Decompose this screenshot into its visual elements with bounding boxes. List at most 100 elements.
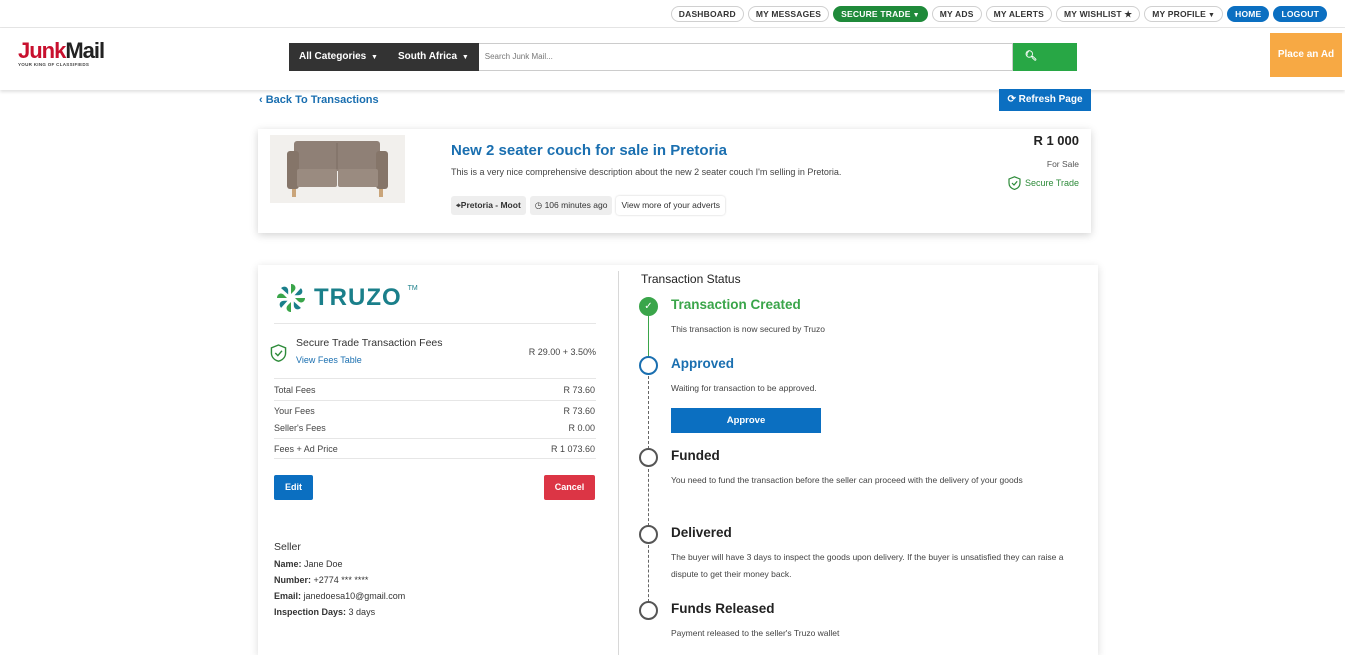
step-circle-icon bbox=[639, 601, 658, 620]
fees-rate: R 29.00 + 3.50% bbox=[528, 347, 596, 357]
category-dropdown[interactable]: All Categories ▼ bbox=[289, 43, 388, 71]
truzo-wordmark: TRUZO bbox=[314, 284, 402, 311]
fee-row: Fees + Ad Price R 1 073.60 bbox=[274, 444, 595, 454]
logo-mail: Mail bbox=[65, 38, 105, 63]
step-name: Funds Released bbox=[671, 601, 775, 616]
divider bbox=[274, 323, 596, 324]
approve-button[interactable]: Approve bbox=[671, 408, 821, 433]
fee-value: R 73.60 bbox=[563, 406, 595, 416]
place-ad-button[interactable]: Place an Ad bbox=[1270, 33, 1342, 77]
step-description: Waiting for transaction to be approved. bbox=[671, 383, 817, 393]
shield-check-icon bbox=[270, 344, 287, 362]
nav-my-wishlist-label: MY WISHLIST bbox=[1064, 9, 1122, 19]
nav-my-profile-label: MY PROFILE bbox=[1152, 9, 1206, 19]
seller-days: 3 days bbox=[348, 607, 376, 617]
time-text: 106 minutes ago bbox=[544, 200, 608, 210]
nav-home[interactable]: HOME bbox=[1227, 6, 1270, 22]
cancel-button[interactable]: Cancel bbox=[544, 475, 595, 500]
ad-title[interactable]: New 2 seater couch for sale in Pretoria bbox=[451, 142, 727, 159]
nav-my-wishlist[interactable]: MY WISHLIST ★ bbox=[1056, 6, 1141, 22]
refresh-page-button[interactable]: ⟳ Refresh Page bbox=[999, 89, 1091, 111]
nav-secure-trade[interactable]: SECURE TRADE ▼ bbox=[833, 6, 928, 22]
search-bar: All Categories ▼ South Africa ▼ Search J… bbox=[289, 43, 1077, 90]
seller-number-label: Number: bbox=[274, 575, 312, 585]
nav-my-alerts[interactable]: MY ALERTS bbox=[985, 6, 1053, 22]
transaction-status-title: Transaction Status bbox=[641, 272, 741, 286]
seller-email: janedoesa10@gmail.com bbox=[303, 591, 406, 601]
seller-name-label: Name: bbox=[274, 559, 302, 569]
refresh-icon: ⟳ bbox=[1007, 94, 1016, 105]
ad-card: New 2 seater couch for sale in Pretoria … bbox=[258, 129, 1091, 233]
timeline-connector bbox=[648, 376, 649, 449]
search-input[interactable]: Search Junk Mail... bbox=[478, 43, 1013, 71]
divider bbox=[274, 438, 596, 439]
seller-days-label: Inspection Days: bbox=[274, 607, 347, 617]
seller-name: Jane Doe bbox=[304, 559, 343, 569]
logo-junk: Junk bbox=[18, 38, 66, 63]
truzo-tm: TM bbox=[407, 284, 418, 292]
fee-label: Fees + Ad Price bbox=[274, 444, 338, 454]
search-button[interactable]: 🔍︎Search bbox=[1012, 43, 1077, 90]
nav-my-ads[interactable]: MY ADS bbox=[931, 6, 982, 22]
truzo-pinwheel-icon bbox=[277, 284, 305, 312]
timeline-connector bbox=[648, 316, 649, 356]
truzo-logo: TRUZO TM bbox=[274, 281, 418, 315]
nav-logout[interactable]: LOGOUT bbox=[1273, 6, 1327, 22]
step-circle-icon bbox=[639, 448, 658, 467]
category-value: All Categories bbox=[299, 51, 367, 62]
fee-row: Total Fees R 73.60 bbox=[274, 385, 595, 395]
top-nav-links: DASHBOARD MY MESSAGES SECURE TRADE ▼ MY A… bbox=[670, 6, 1327, 22]
couch-image bbox=[270, 135, 405, 203]
divider bbox=[274, 400, 596, 401]
step-name: Approved bbox=[671, 356, 735, 371]
fee-label: Your Fees bbox=[274, 406, 315, 416]
seller-email-row: Email: janedoesa10@gmail.com bbox=[274, 591, 405, 601]
timeline-connector bbox=[648, 469, 649, 526]
junkmail-logo[interactable]: JunkMail YOUR KING OF CLASSIFIEDS bbox=[18, 38, 105, 68]
fee-label: Seller's Fees bbox=[274, 423, 326, 433]
time-chip: ◷ 106 minutes ago bbox=[529, 196, 613, 215]
divider bbox=[274, 458, 596, 459]
chevron-left-icon: ‹ bbox=[259, 94, 263, 106]
fee-label: Total Fees bbox=[274, 385, 316, 395]
seller-name-row: Name: Jane Doe bbox=[274, 559, 405, 569]
step-description: Payment released to the seller's Truzo w… bbox=[671, 628, 840, 638]
step-circle-icon bbox=[639, 525, 658, 544]
view-more-adverts-link[interactable]: View more of your adverts bbox=[616, 196, 726, 215]
seller-days-row: Inspection Days: 3 days bbox=[274, 607, 405, 617]
timeline-connector bbox=[648, 545, 649, 602]
check-icon: ✓ bbox=[639, 297, 658, 316]
region-dropdown[interactable]: South Africa ▼ bbox=[387, 43, 479, 71]
region-value: South Africa bbox=[397, 51, 458, 62]
caret-down-icon: ▼ bbox=[371, 54, 378, 61]
location-text: Pretoria - Moot bbox=[460, 200, 521, 210]
divider bbox=[274, 378, 596, 379]
refresh-label: Refresh Page bbox=[1018, 94, 1083, 105]
seller-heading: Seller bbox=[274, 541, 301, 553]
fee-value: R 73.60 bbox=[563, 385, 595, 395]
view-fees-table-link[interactable]: View Fees Table bbox=[296, 355, 362, 365]
edit-button[interactable]: Edit bbox=[274, 475, 313, 500]
fees-title: Secure Trade Transaction Fees bbox=[296, 337, 443, 349]
nav-my-messages[interactable]: MY MESSAGES bbox=[747, 6, 830, 22]
nav-secure-trade-label: SECURE TRADE bbox=[841, 9, 911, 19]
back-to-transactions-link[interactable]: ‹ Back To Transactions bbox=[259, 94, 379, 106]
ad-image[interactable] bbox=[270, 135, 405, 203]
location-chip: ⌖Pretoria - Moot bbox=[451, 196, 526, 215]
top-nav: DASHBOARD MY MESSAGES SECURE TRADE ▼ MY A… bbox=[0, 0, 1345, 28]
column-divider bbox=[618, 271, 619, 655]
nav-my-profile[interactable]: MY PROFILE ▼ bbox=[1144, 6, 1224, 22]
step-description: You need to fund the transaction before … bbox=[671, 475, 1023, 485]
nav-dashboard[interactable]: DASHBOARD bbox=[670, 6, 744, 22]
caret-down-icon: ▼ bbox=[912, 12, 920, 19]
secure-trade-label: Secure Trade bbox=[1024, 178, 1079, 188]
search-icon: 🔍︎ bbox=[1024, 51, 1038, 62]
ad-tags: ⌖Pretoria - Moot ◷ 106 minutes ago View … bbox=[451, 196, 726, 215]
sale-type: For Sale bbox=[1046, 159, 1079, 169]
seller-number-row: Number: +2774 *** **** bbox=[274, 575, 405, 585]
seller-email-label: Email: bbox=[274, 591, 302, 601]
caret-down-icon: ▼ bbox=[461, 54, 469, 61]
step-name: Transaction Created bbox=[671, 297, 801, 312]
step-description: The buyer will have 3 days to inspect th… bbox=[671, 552, 1064, 579]
step-description: This transaction is now secured by Truzo bbox=[671, 324, 826, 334]
